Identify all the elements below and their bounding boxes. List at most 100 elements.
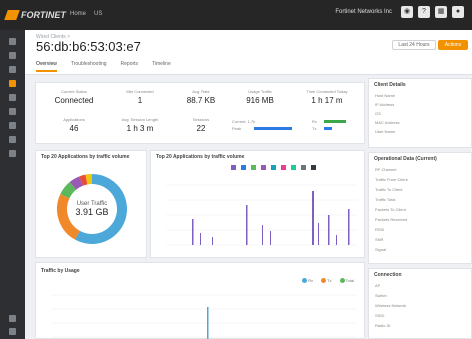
op-row: Packets Received [375, 217, 408, 222]
usage-tx-label: Tx [312, 126, 317, 131]
traffic-legend: Rx Tx Total [301, 278, 354, 284]
donut-segment[interactable] [85, 174, 93, 185]
op-row: RSSI [375, 227, 385, 232]
legend-swatch[interactable] [311, 165, 316, 170]
stat-value: 1 [137, 96, 143, 105]
home-icon[interactable] [9, 80, 16, 87]
tab-overview[interactable]: Overview [36, 61, 57, 72]
bell-icon[interactable]: ◉ [401, 6, 413, 18]
stat-label: Usage Traffic [248, 89, 272, 94]
donut-segment[interactable] [79, 174, 88, 186]
time-range-button[interactable]: Last 24 Hours [392, 40, 436, 50]
devices-icon[interactable] [9, 94, 16, 101]
detail-row-user: User Name [375, 129, 396, 134]
top-bar: FORTINET Home US Fortinet Networks Inc ◉… [0, 0, 472, 30]
usage-rx-bar [324, 120, 346, 123]
legend-swatch[interactable] [301, 165, 306, 170]
summary-stats-panel: Current Status Connected Mbr Connected 1… [35, 82, 365, 144]
stat-sessions: Sessions 22 [176, 117, 226, 133]
usage-peak-label: Peak [232, 126, 242, 131]
panel-title: Operational Data (Current) [374, 156, 437, 162]
detail-row-ip: IP Address [375, 102, 395, 107]
feedback-icon[interactable] [9, 328, 16, 335]
panel-title: Connection [374, 272, 402, 278]
legend-swatch[interactable] [261, 165, 266, 170]
usage-bars: Current: 1.7k Peak Rx Tx [232, 119, 360, 139]
left-sidebar [0, 30, 25, 339]
apps-icon[interactable]: ▦ [435, 6, 447, 18]
legend-item-total[interactable]: Total [339, 278, 354, 284]
apps-donut-chart[interactable]: User Traffic 3.91 GB [36, 163, 148, 259]
stat-value: 1 h 3 m [126, 124, 154, 133]
stat-usage-traffic: Usage Traffic 916 MB [232, 89, 288, 105]
page-title: 56:db:b6:53:03:e7 [36, 39, 141, 54]
tab-reports[interactable]: Reports [121, 61, 139, 72]
usage-current-label: Current: 1.7k [232, 119, 256, 124]
top-apps-bars-panel: Top 20 Applications by traffic volume [150, 150, 365, 258]
legend-dot-icon [339, 278, 345, 284]
settings-icon[interactable] [9, 108, 16, 115]
donut-center-value: 3.91 GB [75, 207, 108, 217]
legend-dot-icon [321, 278, 326, 284]
stat-value: 46 [69, 124, 79, 133]
client-details-panel: Client Details Host Name IP Address OS M… [368, 78, 472, 148]
op-row: SNR [375, 237, 384, 242]
logo-wordmark: FORTINET [21, 10, 66, 20]
legend-item-rx[interactable]: Rx [301, 278, 313, 284]
op-row: Packets To Client [375, 207, 406, 212]
conn-row: AP [375, 283, 381, 288]
help-icon[interactable]: ? [418, 6, 430, 18]
legend-swatch[interactable] [271, 165, 276, 170]
wifi-icon[interactable] [9, 66, 16, 73]
legend-swatch[interactable] [241, 165, 246, 170]
apps-bar-chart[interactable] [152, 175, 365, 255]
reports-icon[interactable] [9, 136, 16, 143]
stat-current-status: Current Status Connected [44, 89, 104, 105]
usage-rx-label: Rx [312, 119, 317, 124]
org-selector[interactable]: Fortinet Networks Inc [335, 9, 392, 15]
monitor-icon[interactable] [9, 52, 16, 59]
stat-value: 1 h 17 m [311, 96, 343, 105]
collapse-icon[interactable] [9, 315, 16, 322]
op-row: Traffic From Client [375, 177, 408, 182]
traffic-area-chart[interactable] [37, 289, 365, 339]
conn-row: Switch [375, 293, 387, 298]
legend-dot-icon [301, 278, 307, 284]
legend-item-tx[interactable]: Tx [321, 278, 332, 284]
tab-timeline[interactable]: Timeline [152, 61, 171, 72]
tab-troubleshooting[interactable]: Troubleshooting [71, 61, 107, 72]
tab-bar: Overview Troubleshooting Reports Timelin… [36, 61, 171, 72]
usage-peak-bar [254, 127, 292, 130]
legend-swatch[interactable] [231, 165, 236, 170]
donut-segment[interactable] [60, 182, 77, 199]
stat-value: 22 [196, 124, 206, 133]
stat-label: Mbr Connected [126, 89, 154, 94]
user-icon[interactable]: ● [452, 6, 464, 18]
stat-mbr-connected: Mbr Connected 1 [110, 89, 170, 105]
nav-home-link[interactable]: Home [70, 11, 86, 17]
op-row: Signal [375, 247, 387, 252]
panel-title: Top 20 Applications by traffic volume [41, 154, 130, 160]
stat-applications: Applications 46 [44, 117, 104, 133]
stat-label: Current Status [61, 89, 87, 94]
stat-label: Avg. Rate [192, 89, 210, 94]
conn-row: Wireless Network [375, 303, 407, 308]
op-row: Traffic Total [375, 197, 396, 202]
stat-value: 916 MB [246, 96, 274, 105]
stat-label: Time Connected Today [306, 89, 348, 94]
donut-segment[interactable] [69, 176, 83, 190]
top-nav-breadcrumb: Home US [70, 11, 102, 17]
fortinet-logo[interactable]: FORTINET [4, 9, 66, 21]
legend-swatch[interactable] [291, 165, 296, 170]
tools-icon[interactable] [9, 150, 16, 157]
dashboard-icon[interactable] [9, 38, 16, 45]
actions-button[interactable]: Actions [438, 40, 468, 50]
detail-row-host: Host Name [375, 93, 396, 98]
stat-label: Applications [63, 117, 85, 122]
legend-swatch[interactable] [251, 165, 256, 170]
nav-region-link[interactable]: US [94, 11, 102, 17]
detail-row-os: OS [375, 111, 381, 116]
top-apps-donut-panel: Top 20 Applications by traffic volume Us… [35, 150, 147, 258]
alerts-icon[interactable] [9, 122, 16, 129]
legend-swatch[interactable] [281, 165, 286, 170]
